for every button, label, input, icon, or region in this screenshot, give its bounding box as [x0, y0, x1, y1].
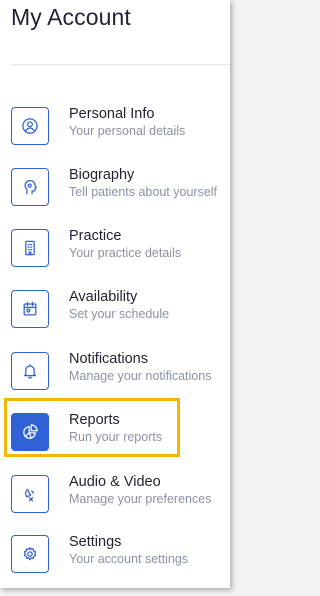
- account-menu: Personal Info Your personal details Biog…: [0, 0, 230, 588]
- menu-item-practice[interactable]: Practice Your practice details: [0, 220, 230, 278]
- menu-item-reports[interactable]: Reports Run your reports: [0, 404, 230, 462]
- menu-item-biography[interactable]: Biography Tell patients about yourself: [0, 159, 230, 217]
- menu-item-description: Manage your notifications: [69, 369, 212, 383]
- menu-item-description: Tell patients about yourself: [69, 185, 218, 199]
- menu-item-label: Reports: [69, 412, 120, 428]
- menu-item-audio-video[interactable]: Audio & Video Manage your preferences: [0, 466, 230, 524]
- menu-item-label: Settings: [69, 534, 122, 550]
- menu-item-description: Your account settings: [69, 552, 189, 566]
- bell-icon: [11, 352, 49, 390]
- menu-item-description: Manage your preferences: [69, 492, 212, 506]
- menu-item-label: Availability: [69, 289, 138, 305]
- menu-item-description: Run your reports: [69, 430, 163, 444]
- menu-item-availability[interactable]: Availability Set your schedule: [0, 281, 230, 339]
- menu-item-description: Your personal details: [69, 124, 186, 138]
- audio-video-icon: [11, 475, 49, 513]
- menu-item-description: Set your schedule: [69, 307, 170, 321]
- menu-item-settings[interactable]: Settings Your account settings: [0, 526, 230, 584]
- menu-item-description: Your practice details: [69, 246, 182, 260]
- menu-item-label: Audio & Video: [69, 474, 161, 490]
- menu-item-label: Notifications: [69, 351, 148, 367]
- menu-item-label: Personal Info: [69, 106, 155, 122]
- menu-item-personal-info[interactable]: Personal Info Your personal details: [0, 98, 230, 156]
- user-circle-icon: [11, 107, 49, 145]
- menu-item-label: Biography: [69, 167, 135, 183]
- calendar-icon: [11, 290, 49, 328]
- bio-head-icon: [11, 168, 49, 206]
- account-panel: My Account Personal Info Your personal d…: [0, 0, 230, 588]
- menu-item-notifications[interactable]: Notifications Manage your notifications: [0, 343, 230, 401]
- pie-chart-icon: [11, 413, 49, 451]
- menu-item-label: Practice: [69, 228, 122, 244]
- building-icon: [11, 229, 49, 267]
- gear-icon: [11, 535, 49, 573]
